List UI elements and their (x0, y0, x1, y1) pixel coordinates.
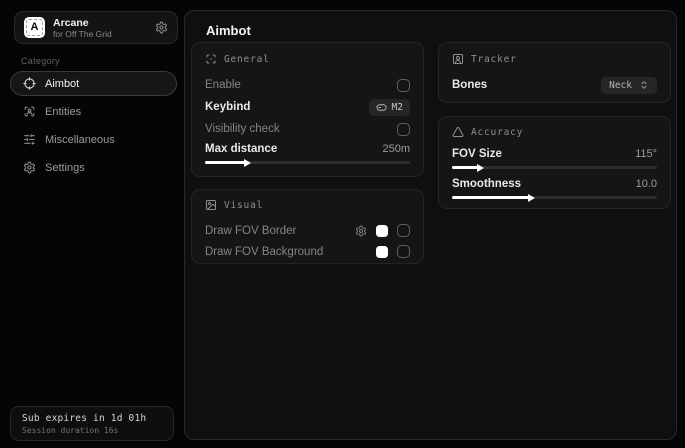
max-distance-value: 250m (382, 143, 410, 155)
fov-size-row: FOV Size 115° (452, 145, 657, 163)
slider-fill (205, 161, 246, 164)
main-panel: Aimbot General Enable Keybind M2 (184, 10, 677, 440)
brand-card: A Arcane for Off The Grid (14, 11, 178, 44)
sidebar-item-label: Miscellaneous (45, 134, 115, 146)
visual-card-header: Visual (205, 198, 410, 212)
bones-row: Bones Neck (452, 74, 657, 96)
max-distance-slider[interactable] (205, 161, 410, 164)
tracker-card-header: Tracker (452, 52, 657, 66)
keybind-label: Keybind (205, 101, 250, 113)
draw-fov-background-checkbox[interactable] (397, 245, 410, 258)
fov-border-color-swatch[interactable] (376, 225, 388, 237)
tracker-card-title: Tracker (471, 54, 517, 65)
draw-fov-border-checkbox[interactable] (397, 224, 410, 237)
keybind-value: M2 (392, 102, 403, 113)
subscription-card: Sub expires in 1d 01h Session duration 1… (10, 406, 174, 441)
slider-thumb[interactable] (528, 194, 539, 202)
slider-fill (452, 196, 530, 199)
sidebar-item-label: Settings (45, 162, 85, 174)
fov-size-slider[interactable] (452, 166, 657, 169)
scan-person-icon (23, 105, 36, 118)
bones-select[interactable]: Neck (601, 77, 657, 94)
gear-icon[interactable] (355, 225, 367, 237)
visual-card: Visual Draw FOV Border Draw FOV Backgrou… (191, 189, 424, 264)
crosshair-icon (23, 77, 36, 90)
general-card-title: General (224, 54, 270, 65)
category-label: Category (21, 56, 60, 66)
enable-label: Enable (205, 79, 241, 91)
brand-logo: A (24, 17, 45, 38)
tracker-card: Tracker Bones Neck (438, 42, 671, 103)
max-distance-row: Max distance 250m (205, 140, 410, 158)
draw-fov-background-controls (376, 245, 410, 258)
keybind-row: Keybind M2 (205, 96, 410, 118)
sidebar-item-aimbot[interactable]: Aimbot (10, 71, 177, 96)
slider-fill (452, 166, 479, 169)
gear-icon (23, 161, 36, 174)
subscription-expiry: Sub expires in 1d 01h (22, 413, 162, 424)
sliders-icon (23, 133, 36, 146)
brand-logo-letter: A (31, 22, 39, 33)
visual-card-title: Visual (224, 200, 263, 211)
draw-fov-border-label: Draw FOV Border (205, 225, 296, 237)
triangle-icon (452, 126, 464, 138)
sidebar-item-settings[interactable]: Settings (10, 155, 177, 180)
bones-selected-value: Neck (609, 80, 632, 91)
focus-icon (205, 53, 217, 65)
chevrons-up-down-icon (639, 80, 649, 90)
general-card-header: General (205, 52, 410, 66)
slider-thumb[interactable] (477, 164, 488, 172)
page-title: Aimbot (206, 23, 251, 38)
sidebar-item-label: Entities (45, 106, 81, 118)
visibility-check-checkbox[interactable] (397, 123, 410, 136)
max-distance-label: Max distance (205, 143, 277, 155)
gear-icon[interactable] (155, 21, 168, 34)
draw-fov-background-row: Draw FOV Background (205, 241, 410, 262)
mouse-icon (376, 102, 387, 113)
accuracy-card: Accuracy FOV Size 115° Smoothness 10.0 (438, 116, 671, 209)
draw-fov-border-row: Draw FOV Border (205, 220, 410, 241)
enable-checkbox[interactable] (397, 79, 410, 92)
accuracy-card-title: Accuracy (471, 127, 523, 138)
fov-size-value: 115° (635, 148, 657, 160)
fov-size-label: FOV Size (452, 148, 502, 160)
bones-label: Bones (452, 79, 487, 91)
draw-fov-background-label: Draw FOV Background (205, 246, 323, 258)
brand-name: Arcane (53, 17, 147, 29)
accuracy-card-header: Accuracy (452, 125, 657, 139)
sidebar-item-miscellaneous[interactable]: Miscellaneous (10, 127, 177, 152)
smoothness-value: 10.0 (636, 178, 657, 190)
smoothness-slider[interactable] (452, 196, 657, 199)
smoothness-row: Smoothness 10.0 (452, 175, 657, 193)
image-icon (205, 199, 217, 211)
enable-row: Enable (205, 74, 410, 96)
general-card: General Enable Keybind M2 Visibility che… (191, 42, 424, 177)
keybind-button[interactable]: M2 (369, 99, 410, 116)
sidebar-item-entities[interactable]: Entities (10, 99, 177, 124)
slider-thumb[interactable] (244, 159, 255, 167)
sidebar: A Arcane for Off The Grid Category Aimbo… (0, 0, 184, 448)
brand-text: Arcane for Off The Grid (53, 17, 147, 39)
person-square-icon (452, 53, 464, 65)
sidebar-nav: Aimbot Entities Miscellaneous Settings (10, 71, 177, 180)
visibility-check-label: Visibility check (205, 123, 280, 135)
smoothness-label: Smoothness (452, 178, 521, 190)
sidebar-item-label: Aimbot (45, 78, 79, 90)
visibility-check-row: Visibility check (205, 118, 410, 140)
fov-background-color-swatch[interactable] (376, 246, 388, 258)
draw-fov-border-controls (355, 224, 410, 237)
brand-subtitle: for Off The Grid (53, 29, 147, 39)
session-duration: Session duration 16s (22, 426, 162, 435)
